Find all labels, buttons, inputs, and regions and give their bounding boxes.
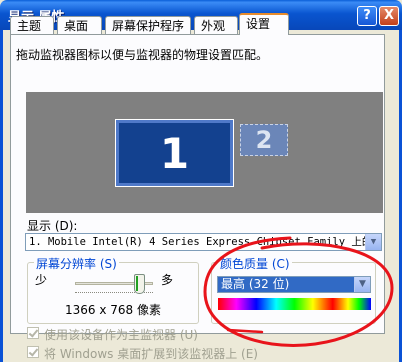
help-button[interactable]: ?	[357, 6, 377, 26]
close-button[interactable]: X	[379, 6, 399, 26]
instruction-text: 拖动监视器图标以便与监视器的物理设置匹配。	[16, 48, 269, 62]
tab-desktop[interactable]: 桌面	[57, 16, 102, 35]
tab-screensaver[interactable]: 屏幕保护程序	[105, 16, 191, 35]
monitor-1-number: 1	[159, 129, 190, 178]
monitor-1-icon[interactable]: 1	[115, 119, 234, 187]
monitor-arrangement-area[interactable]: 1 2	[26, 92, 383, 213]
resolution-value: 1366 x 768 像素	[65, 303, 161, 317]
color-quality-dropdown[interactable]: 最高 (32 位) ▼	[217, 276, 371, 293]
color-spectrum-bar	[218, 298, 371, 310]
color-quality-value: 最高 (32 位)	[221, 277, 290, 291]
extend-desktop-checkbox[interactable]	[27, 346, 39, 358]
color-quality-group: 颜色质量 (C)	[211, 255, 376, 324]
resolution-less-label: 少	[35, 273, 48, 287]
tab-settings[interactable]: 设置	[239, 13, 289, 35]
chevron-down-icon[interactable]: ▼	[365, 234, 381, 250]
tab-themes[interactable]: 主题	[10, 16, 54, 35]
extend-desktop-label: 将 Windows 桌面扩展到该监视器上 (E)	[44, 347, 258, 361]
primary-monitor-label: 使用该设备作为主监视器 (U)	[44, 328, 198, 342]
resolution-slider-thumb[interactable]	[134, 274, 145, 294]
color-quality-legend: 颜色质量 (C)	[218, 255, 292, 272]
display-dropdown-value: 1. Mobile Intel(R) 4 Series Express Chip…	[29, 236, 373, 248]
tab-appearance[interactable]: 外观	[194, 16, 238, 35]
display-dropdown[interactable]: 1. Mobile Intel(R) 4 Series Express Chip…	[25, 233, 382, 251]
resolution-more-label: 多	[161, 273, 174, 287]
display-label: 显示 (D):	[27, 219, 78, 233]
resolution-legend: 屏幕分辨率 (S)	[34, 255, 119, 272]
primary-monitor-checkbox[interactable]	[27, 327, 39, 339]
monitor-2-number: 2	[255, 126, 273, 154]
chevron-down-icon[interactable]: ▼	[354, 277, 370, 292]
monitor-2-icon[interactable]: 2	[240, 124, 288, 156]
